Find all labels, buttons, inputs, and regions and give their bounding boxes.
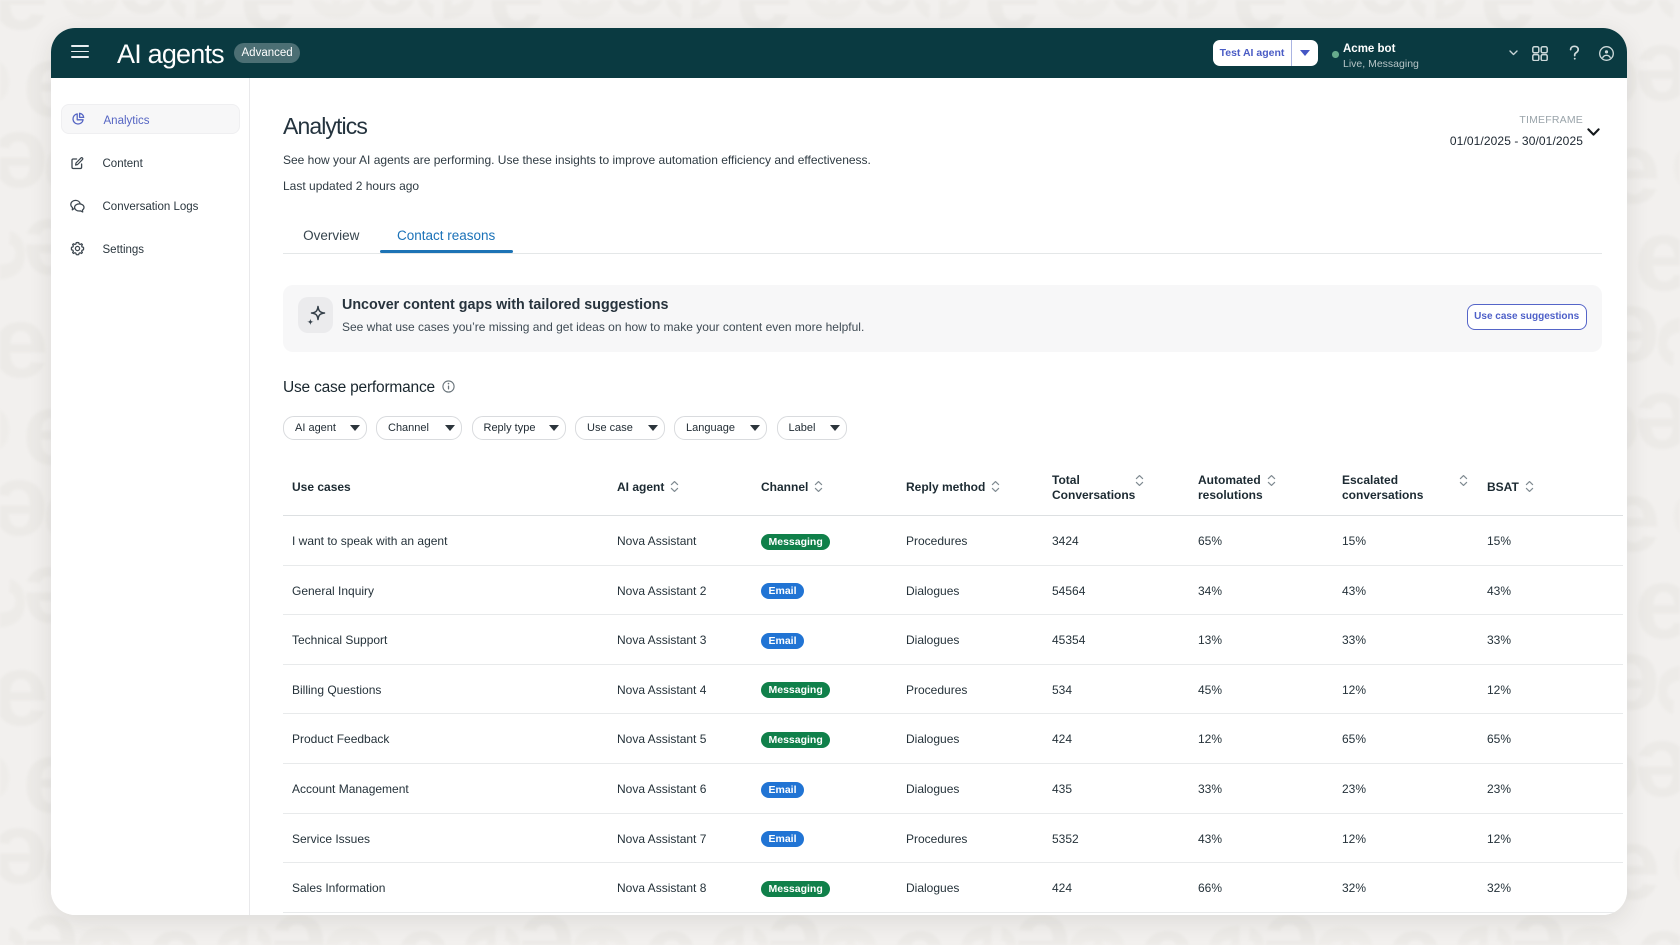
- svg-text:e: e: [1668, 401, 1680, 458]
- svg-text:e: e: [1637, 314, 1680, 371]
- svg-text:e: e: [1668, 575, 1680, 632]
- svg-text:e: e: [1668, 53, 1680, 110]
- svg-text:e: e: [1637, 836, 1680, 893]
- svg-text:e: e: [1637, 140, 1680, 197]
- svg-text:e: e: [1637, 662, 1680, 719]
- svg-text:e: e: [1668, 923, 1680, 945]
- svg-text:e: e: [1668, 749, 1680, 806]
- svg-text:e: e: [1637, 0, 1680, 22]
- svg-text:e: e: [1637, 488, 1680, 545]
- svg-text:e: e: [1668, 227, 1680, 284]
